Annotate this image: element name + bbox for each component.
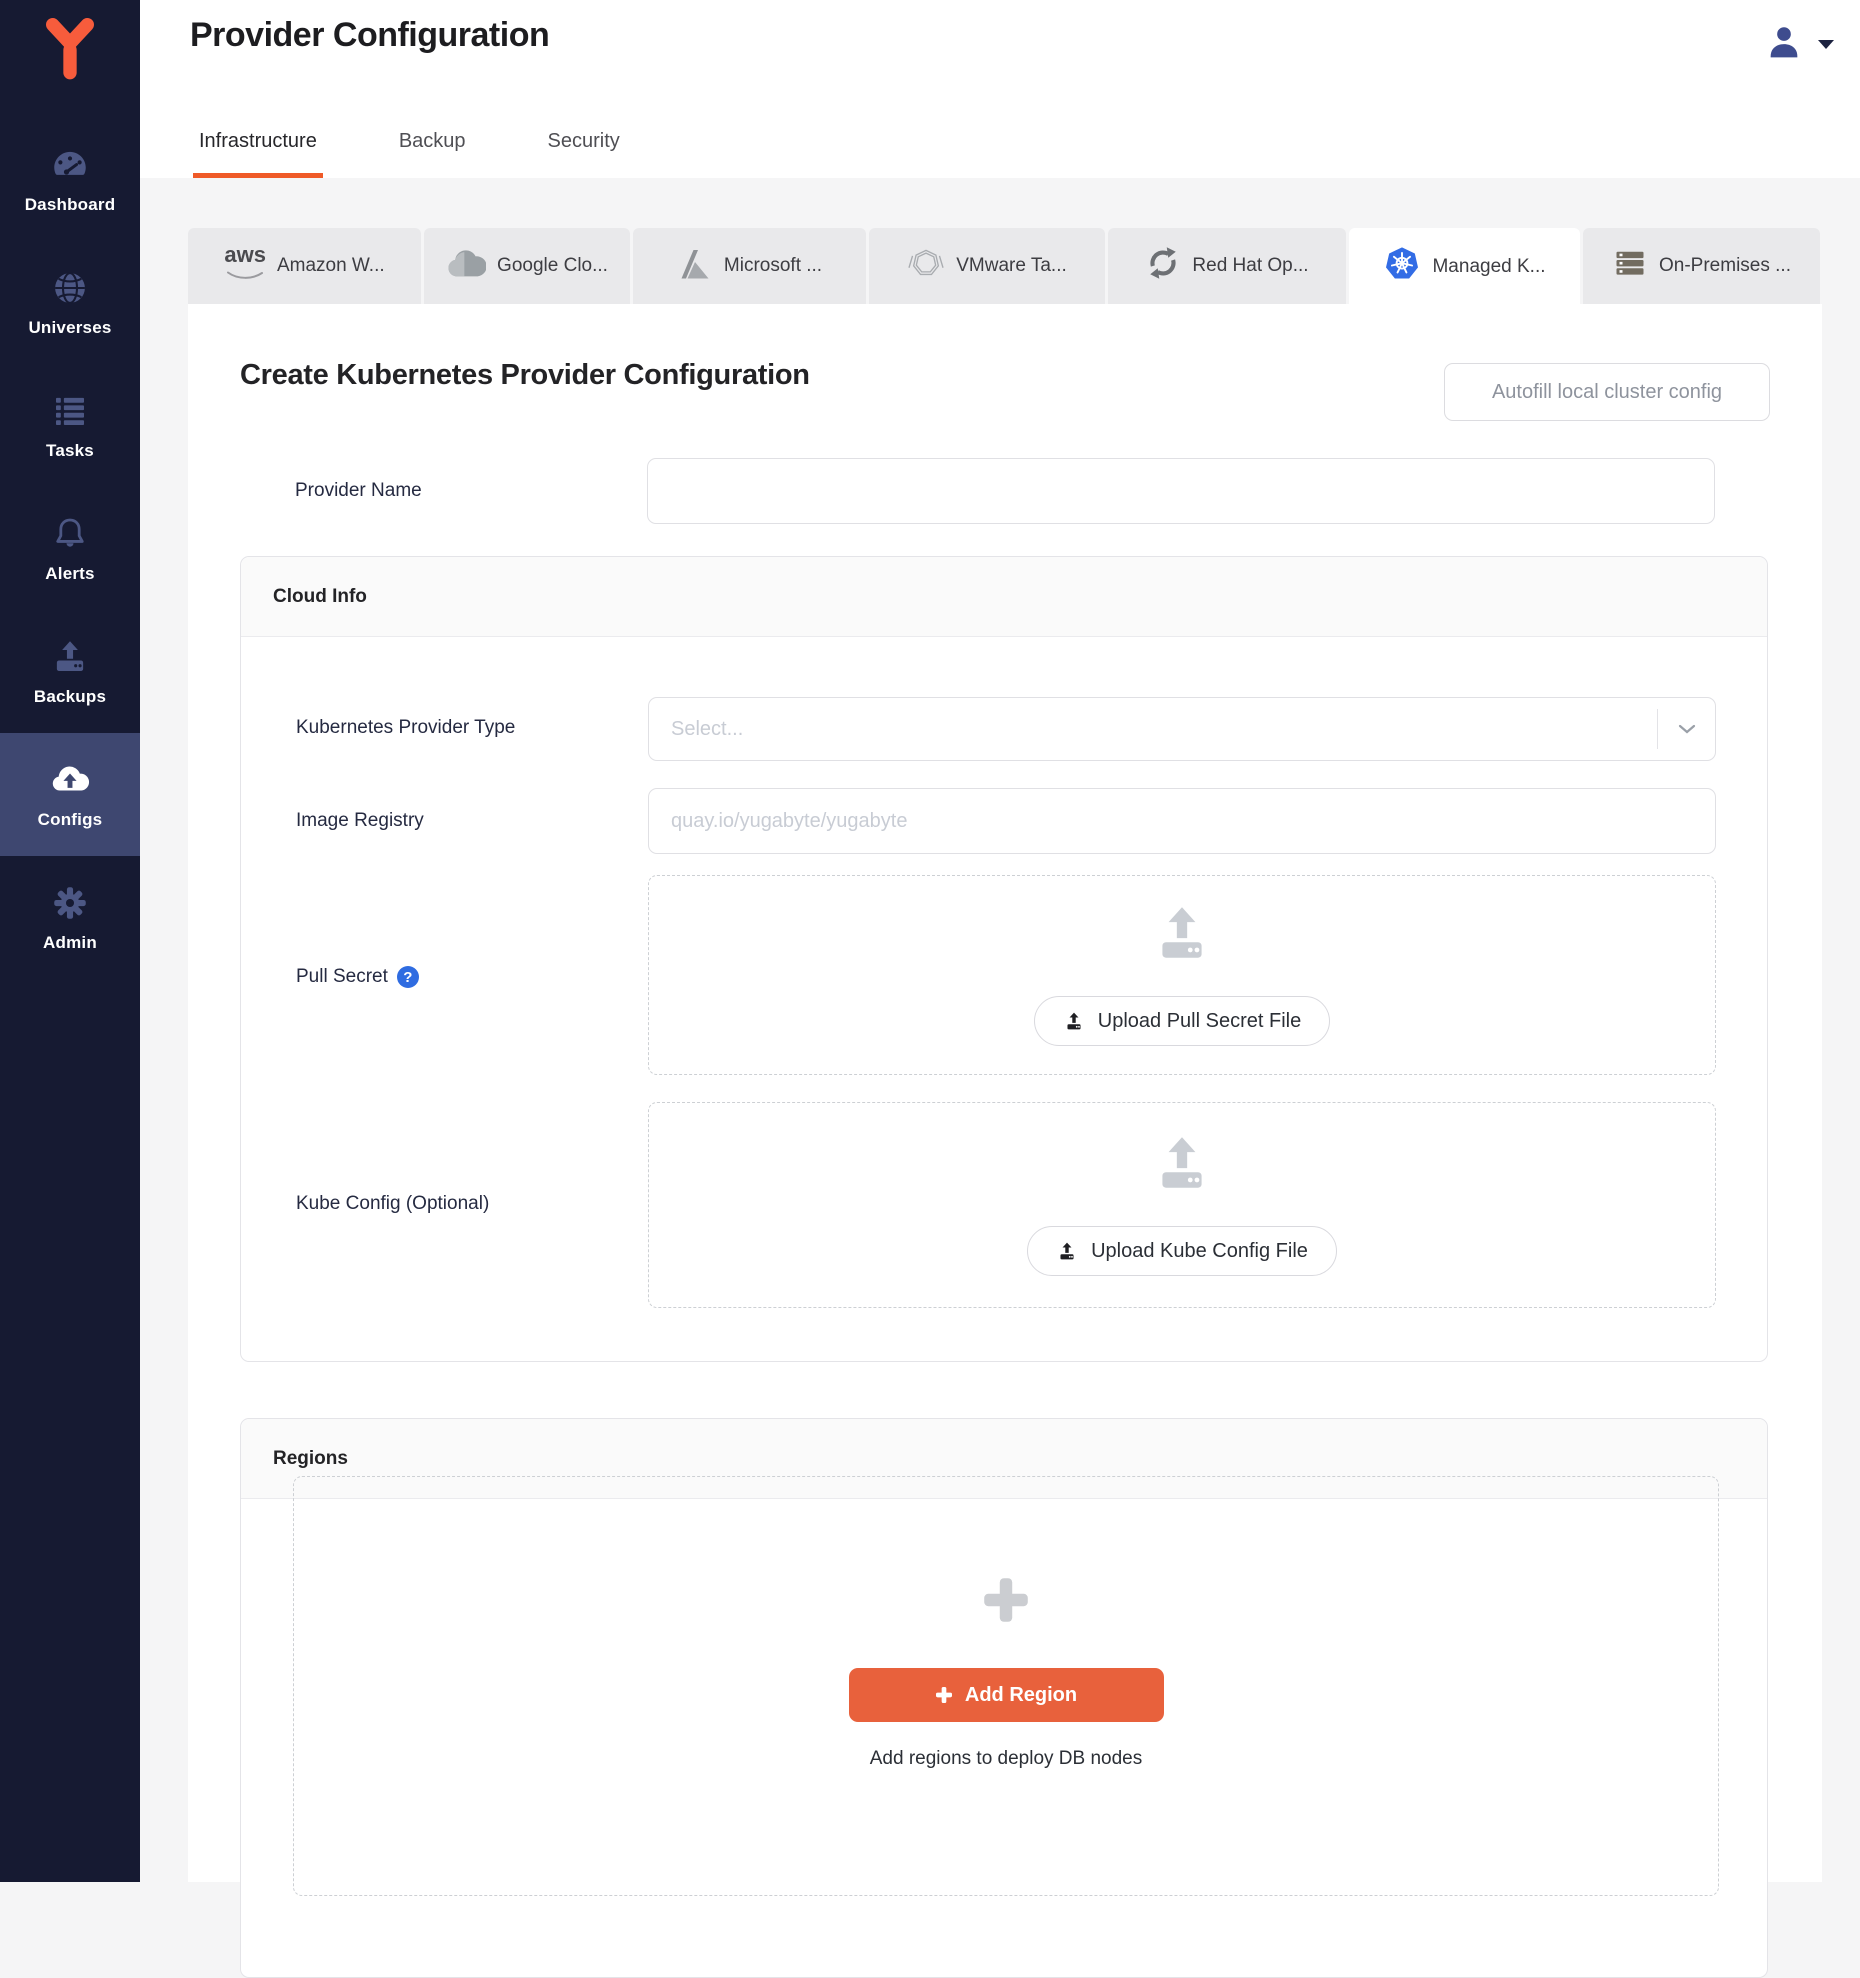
sidebar-item-label: Alerts (45, 564, 94, 584)
help-icon[interactable]: ? (397, 966, 419, 988)
sidebar-item-tasks[interactable]: Tasks (0, 364, 140, 487)
server-rack-icon (1612, 245, 1648, 287)
upload-icon (1149, 904, 1215, 964)
gauge-icon (49, 144, 91, 186)
upload-icon (1149, 1134, 1215, 1194)
gear-icon (49, 882, 91, 924)
task-list-icon (49, 390, 91, 432)
sidebar-item-dashboard[interactable]: Dashboard (0, 118, 140, 241)
provider-tab-label: Amazon W... (277, 255, 385, 277)
upload-kube-config-file-button[interactable]: Upload Kube Config File (1027, 1226, 1337, 1276)
sidebar-item-label: Admin (43, 933, 97, 953)
page-title: Provider Configuration (190, 16, 549, 55)
sidebar: Dashboard Universes (0, 0, 140, 1882)
cloud-info-header: Cloud Info (241, 557, 1767, 637)
sidebar-item-admin[interactable]: Admin (0, 856, 140, 979)
kubernetes-icon (1383, 245, 1421, 289)
regions-section: Regions Add Region (240, 1418, 1768, 1978)
content-area: Provider Configuration Infrastructure Ba… (140, 0, 1860, 1882)
provider-tab-label: Managed K... (1432, 256, 1545, 278)
kubernetes-provider-type-label: Kubernetes Provider Type (296, 717, 515, 739)
provider-tab-red-hat-openshift[interactable]: Red Hat Op... (1108, 228, 1346, 304)
provider-tab-google-cloud[interactable]: Google Clo... (424, 228, 630, 304)
top-header: Provider Configuration Infrastructure Ba… (140, 0, 1860, 178)
provider-tab-amazon-web-services[interactable]: aws Amazon W... (188, 228, 421, 304)
provider-name-input[interactable] (647, 458, 1715, 524)
provider-tab-strip: aws Amazon W... Google Clo... Micros (188, 228, 1820, 306)
bell-icon (49, 513, 91, 555)
regions-dropzone[interactable]: Add Region Add regions to deploy DB node… (293, 1476, 1719, 1896)
tab-security[interactable]: Security (542, 130, 626, 178)
provider-tab-label: On-Premises ... (1659, 255, 1791, 277)
sidebar-item-label: Tasks (46, 441, 94, 461)
sidebar-nav: Dashboard Universes (0, 118, 140, 979)
aws-icon: aws (224, 246, 266, 286)
globe-icon (49, 267, 91, 309)
tab-backup[interactable]: Backup (393, 130, 472, 178)
image-registry-input[interactable] (648, 788, 1716, 854)
upload-icon (1063, 1011, 1085, 1032)
cloud-upload-icon (49, 759, 91, 801)
provider-tab-microsoft-azure[interactable]: Microsoft ... (633, 228, 866, 304)
yugabyte-logo-icon[interactable] (0, 0, 140, 86)
sidebar-item-universes[interactable]: Universes (0, 241, 140, 364)
provider-tab-label: VMware Ta... (956, 255, 1067, 277)
kube-config-label: Kube Config (Optional) (296, 1193, 489, 1215)
image-registry-label: Image Registry (296, 810, 424, 832)
plus-icon (935, 1686, 953, 1704)
provider-tab-vmware-tanzu[interactable]: VMware Ta... (869, 228, 1105, 304)
sidebar-item-configs[interactable]: Configs (0, 733, 140, 856)
provider-tab-on-premises[interactable]: On-Premises ... (1583, 228, 1820, 304)
sidebar-item-backups[interactable]: Backups (0, 610, 140, 733)
kubernetes-provider-type-select[interactable]: Select... (648, 697, 1716, 761)
panel-heading: Create Kubernetes Provider Configuration (240, 359, 810, 392)
select-chevron-zone[interactable] (1657, 709, 1715, 749)
openshift-icon (1145, 245, 1181, 287)
sidebar-item-label: Dashboard (25, 195, 116, 215)
select-placeholder: Select... (649, 718, 1657, 741)
sidebar-item-alerts[interactable]: Alerts (0, 487, 140, 610)
backup-drive-icon (49, 636, 91, 678)
user-menu[interactable] (1764, 22, 1834, 67)
upload-icon (1056, 1241, 1078, 1262)
sidebar-item-label: Backups (34, 687, 106, 707)
chevron-down-icon (1678, 724, 1696, 734)
provider-tab-label: Microsoft ... (724, 255, 822, 277)
upload-pull-secret-file-button[interactable]: Upload Pull Secret File (1034, 996, 1330, 1046)
kube-config-dropzone[interactable]: Upload Kube Config File (648, 1102, 1716, 1308)
header-tabs: Infrastructure Backup Security (193, 130, 626, 178)
pull-secret-dropzone[interactable]: Upload Pull Secret File (648, 875, 1716, 1075)
user-avatar-icon[interactable] (1764, 22, 1804, 67)
add-region-button-label: Add Region (965, 1684, 1077, 1707)
sidebar-item-label: Configs (38, 810, 103, 830)
azure-icon (677, 247, 713, 286)
provider-name-label: Provider Name (295, 480, 422, 502)
chevron-down-icon[interactable] (1818, 40, 1834, 49)
regions-hint-text: Add regions to deploy DB nodes (870, 1748, 1143, 1770)
autofill-local-cluster-config-button[interactable]: Autofill local cluster config (1444, 363, 1770, 421)
upload-kube-config-button-label: Upload Kube Config File (1091, 1240, 1308, 1263)
sidebar-item-label: Universes (28, 318, 111, 338)
pull-secret-label-text: Pull Secret (296, 966, 388, 988)
provider-config-panel: Create Kubernetes Provider Configuration… (188, 304, 1822, 1882)
upload-pull-secret-button-label: Upload Pull Secret File (1098, 1010, 1301, 1033)
cloud-info-section: Cloud Info Kubernetes Provider Type Sele… (240, 556, 1768, 1362)
provider-tab-label: Google Clo... (497, 255, 608, 277)
vmware-tanzu-icon (907, 244, 945, 288)
provider-tab-label: Red Hat Op... (1192, 255, 1308, 277)
pull-secret-label: Pull Secret ? (296, 966, 419, 988)
tab-infrastructure[interactable]: Infrastructure (193, 130, 323, 178)
provider-tab-managed-kubernetes[interactable]: Managed K... (1349, 228, 1580, 306)
google-cloud-icon (446, 248, 486, 284)
plus-icon (978, 1572, 1034, 1628)
add-region-button[interactable]: Add Region (849, 1668, 1164, 1722)
